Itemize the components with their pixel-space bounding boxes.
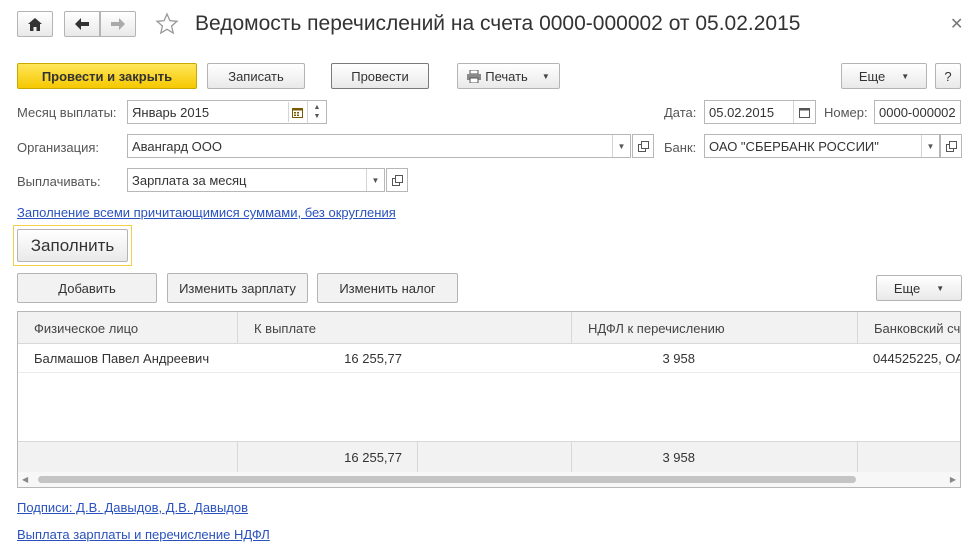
page-title: Ведомость перечислений на счета 0000-000…	[195, 12, 801, 35]
chevron-down-icon[interactable]: ▼	[921, 135, 939, 157]
scroll-left-icon[interactable]: ◀	[22, 475, 28, 484]
calendar-icon[interactable]	[288, 102, 306, 122]
number-label: Номер:	[824, 105, 868, 120]
bank-value: ОАО "СБЕРБАНК РОССИИ"	[709, 138, 879, 154]
pay-type-value: Зарплата за месяц	[132, 172, 247, 188]
number-value: 0000-000002	[879, 104, 956, 120]
back-button[interactable]	[64, 11, 100, 37]
open-pay-type-button[interactable]	[386, 168, 408, 192]
organization-field[interactable]: Авангард ООО ▼	[127, 134, 631, 158]
date-label: Дата:	[664, 105, 697, 120]
signatures-link[interactable]: Подписи: Д.В. Давыдов, Д.В. Давыдов	[17, 500, 248, 515]
calendar-icon[interactable]	[793, 101, 815, 123]
spin-up-icon[interactable]: ▲	[314, 103, 321, 112]
column-header-person[interactable]: Физическое лицо	[18, 312, 238, 344]
month-label: Месяц выплаты:	[17, 105, 117, 120]
add-button[interactable]: Добавить	[17, 273, 157, 303]
total-spacer-2	[418, 442, 572, 473]
print-label: Печать	[485, 68, 528, 84]
column-header-account[interactable]: Банковский сч	[858, 312, 960, 344]
table-more-button[interactable]: Еще ▼	[876, 275, 962, 301]
column-header-tax[interactable]: НДФЛ к перечислению	[572, 312, 858, 344]
open-icon	[391, 174, 403, 186]
home-icon	[28, 17, 42, 31]
change-salary-button[interactable]: Изменить зарплату	[167, 273, 308, 303]
cell-account: 044525225, ОАО	[873, 351, 960, 366]
organization-value: Авангард ООО	[132, 138, 222, 154]
cell-person: Балмашов Павел Андреевич	[34, 351, 210, 366]
chevron-down-icon[interactable]: ▼	[612, 135, 630, 157]
scroll-right-icon[interactable]: ▶	[950, 475, 956, 484]
fill-button[interactable]: Заполнить	[17, 229, 128, 262]
more-button[interactable]: Еще ▼	[841, 63, 927, 89]
pay-type-field[interactable]: Зарплата за месяц ▼	[127, 168, 385, 192]
more-label: Еще	[858, 68, 886, 84]
table-totals: 16 255,77 3 958	[18, 441, 960, 473]
open-bank-button[interactable]	[940, 134, 962, 158]
open-organization-button[interactable]	[632, 134, 654, 158]
close-icon[interactable]: ✕	[950, 14, 963, 34]
date-field[interactable]: 05.02.2015	[704, 100, 816, 124]
spin-down-icon[interactable]: ▼	[314, 112, 321, 121]
save-button[interactable]: Записать	[207, 63, 305, 89]
bank-label: Банк:	[664, 140, 697, 155]
open-icon	[637, 140, 649, 152]
arrow-right-icon	[111, 18, 125, 30]
print-button[interactable]: Печать ▼	[457, 63, 560, 89]
help-button[interactable]: ?	[935, 63, 961, 89]
date-value: 05.02.2015	[709, 104, 775, 120]
forward-button[interactable]	[100, 11, 136, 37]
pay-type-label: Выплачивать:	[17, 174, 101, 189]
total-tax: 3 958	[662, 450, 695, 465]
total-empty	[18, 442, 238, 473]
fill-mode-link[interactable]: Заполнение всеми причитающимися суммами,…	[17, 205, 396, 220]
organization-label: Организация:	[17, 140, 100, 155]
table-header: Физическое лицо К выплате НДФЛ к перечис…	[18, 312, 960, 344]
payment-link[interactable]: Выплата зарплаты и перечисление НДФЛ	[17, 527, 270, 542]
table-more-label: Еще	[893, 280, 921, 296]
bank-field[interactable]: ОАО "СБЕРБАНК РОССИИ" ▼	[704, 134, 940, 158]
total-spacer	[402, 442, 418, 473]
open-icon	[945, 140, 957, 152]
chevron-down-icon: ▼	[541, 71, 550, 81]
scrollbar-thumb[interactable]	[38, 476, 856, 483]
employees-table[interactable]: Физическое лицо К выплате НДФЛ к перечис…	[17, 311, 961, 488]
month-value: Январь 2015	[132, 104, 210, 120]
chevron-down-icon[interactable]: ▼	[366, 169, 384, 191]
total-pay: 16 255,77	[344, 450, 402, 465]
cell-pay: 16 255,77	[344, 351, 402, 366]
printer-icon	[467, 69, 482, 83]
cell-tax: 3 958	[662, 351, 695, 366]
spin-buttons[interactable]: ▲ ▼	[307, 101, 326, 123]
table-row[interactable]: Балмашов Павел Андреевич 16 255,77 3 958…	[18, 344, 960, 373]
change-tax-button[interactable]: Изменить налог	[317, 273, 458, 303]
horizontal-scrollbar[interactable]: ◀ ▶	[18, 472, 960, 487]
column-header-pay[interactable]: К выплате	[238, 312, 572, 344]
favorite-star-icon[interactable]	[155, 12, 179, 36]
home-button[interactable]	[17, 11, 53, 37]
chevron-down-icon: ▼	[901, 71, 910, 81]
month-field[interactable]: Январь 2015 ▲ ▼	[127, 100, 327, 124]
post-button[interactable]: Провести	[331, 63, 429, 89]
total-spacer-3	[695, 442, 858, 473]
number-field[interactable]: 0000-000002	[874, 100, 961, 124]
post-and-close-button[interactable]: Провести и закрыть	[17, 63, 197, 89]
arrow-left-icon	[75, 18, 89, 30]
chevron-down-icon: ▼	[936, 283, 945, 293]
